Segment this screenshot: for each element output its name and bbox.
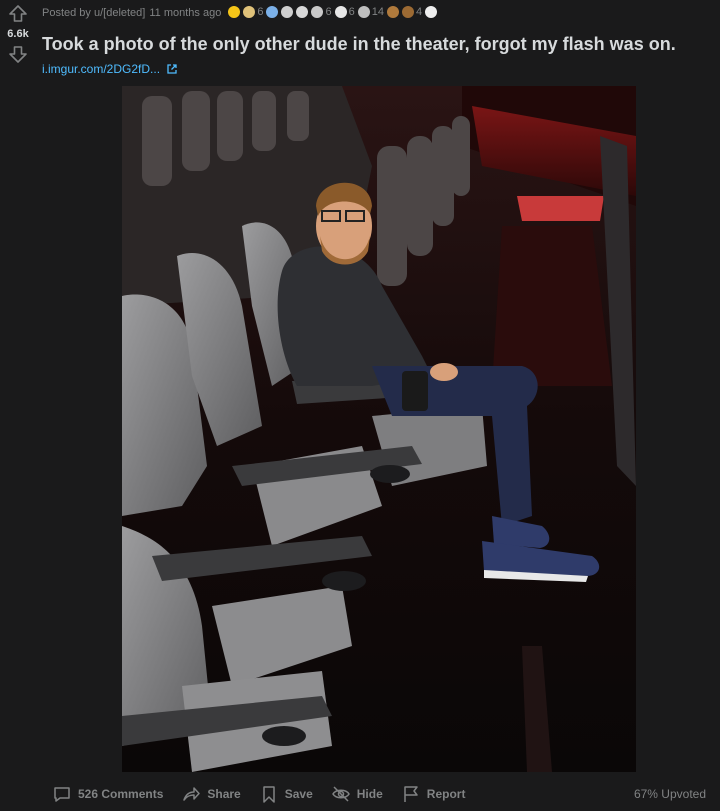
vote-column: 6.6k xyxy=(0,0,36,64)
award-wholesome-icon xyxy=(243,5,256,18)
award-gold-icon xyxy=(228,5,241,18)
flag-icon xyxy=(404,786,418,802)
post-title[interactable]: Took a photo of the only other dude in t… xyxy=(42,32,720,56)
post-content: Posted by u/[deleted] 11 months ago 6 6 6 1… xyxy=(42,0,720,76)
hide-label: Hide xyxy=(356,787,383,801)
comments-label: 526 Comments xyxy=(78,787,164,801)
share-button[interactable]: Share xyxy=(175,780,246,808)
upvote-ratio: 67% Upvoted xyxy=(633,787,706,801)
post-link[interactable]: i.imgur.com/2DG2fD... xyxy=(42,62,160,76)
comments-button[interactable]: 526 Comments xyxy=(46,780,169,808)
external-link-icon[interactable] xyxy=(166,63,178,75)
theater-photo xyxy=(122,86,636,772)
awards-list[interactable]: 6 6 6 14 4 xyxy=(225,5,438,21)
award-helpful-icon xyxy=(311,5,324,18)
report-button[interactable]: Report xyxy=(395,780,472,808)
award-count: 14 xyxy=(371,5,384,18)
award-item[interactable] xyxy=(266,5,279,18)
award-party-icon xyxy=(296,5,309,18)
hide-button[interactable]: Hide xyxy=(325,780,389,808)
post-time[interactable]: 11 months ago xyxy=(149,7,221,19)
hide-eye-icon xyxy=(331,786,350,802)
comment-icon xyxy=(54,787,70,802)
award-count: 6 xyxy=(348,5,355,18)
award-count: 6 xyxy=(325,5,332,18)
award-item[interactable]: 6 xyxy=(334,5,355,18)
award-wow-icon xyxy=(425,5,438,18)
downvote-arrow-icon[interactable] xyxy=(8,44,28,64)
award-item[interactable]: 6 xyxy=(243,5,264,18)
award-item[interactable] xyxy=(425,5,438,18)
link-row: i.imgur.com/2DG2fD... xyxy=(42,62,720,76)
report-label: Report xyxy=(426,787,466,801)
award-count: 4 xyxy=(415,5,423,18)
award-poop-icon xyxy=(386,5,399,18)
upvote-arrow-icon[interactable] xyxy=(8,4,28,24)
award-skull-icon xyxy=(281,5,294,18)
award-poop2-icon xyxy=(401,5,414,18)
award-coin-icon xyxy=(357,5,370,18)
bookmark-icon xyxy=(262,786,275,803)
post-score: 6.6k xyxy=(7,28,29,40)
share-label: Share xyxy=(207,787,241,801)
award-item[interactable] xyxy=(386,5,399,18)
award-item[interactable] xyxy=(281,5,294,18)
award-item[interactable] xyxy=(228,5,241,18)
posted-by[interactable]: Posted by u/[deleted] xyxy=(42,7,145,19)
award-item[interactable]: 14 xyxy=(357,5,384,18)
post-image[interactable] xyxy=(122,86,636,772)
award-count: 6 xyxy=(257,5,264,18)
award-item[interactable]: 6 xyxy=(311,5,332,18)
award-item[interactable]: 4 xyxy=(401,5,423,18)
post-actions: 526 Comments Share Save Hide Report 67% … xyxy=(46,781,706,807)
award-bubble-icon xyxy=(334,5,347,18)
save-button[interactable]: Save xyxy=(253,780,319,808)
save-label: Save xyxy=(284,787,313,801)
award-item[interactable] xyxy=(296,5,309,18)
award-eyes-icon xyxy=(266,5,279,18)
post-meta: Posted by u/[deleted] 11 months ago 6 6 6 1… xyxy=(42,0,720,26)
share-icon xyxy=(183,787,201,801)
